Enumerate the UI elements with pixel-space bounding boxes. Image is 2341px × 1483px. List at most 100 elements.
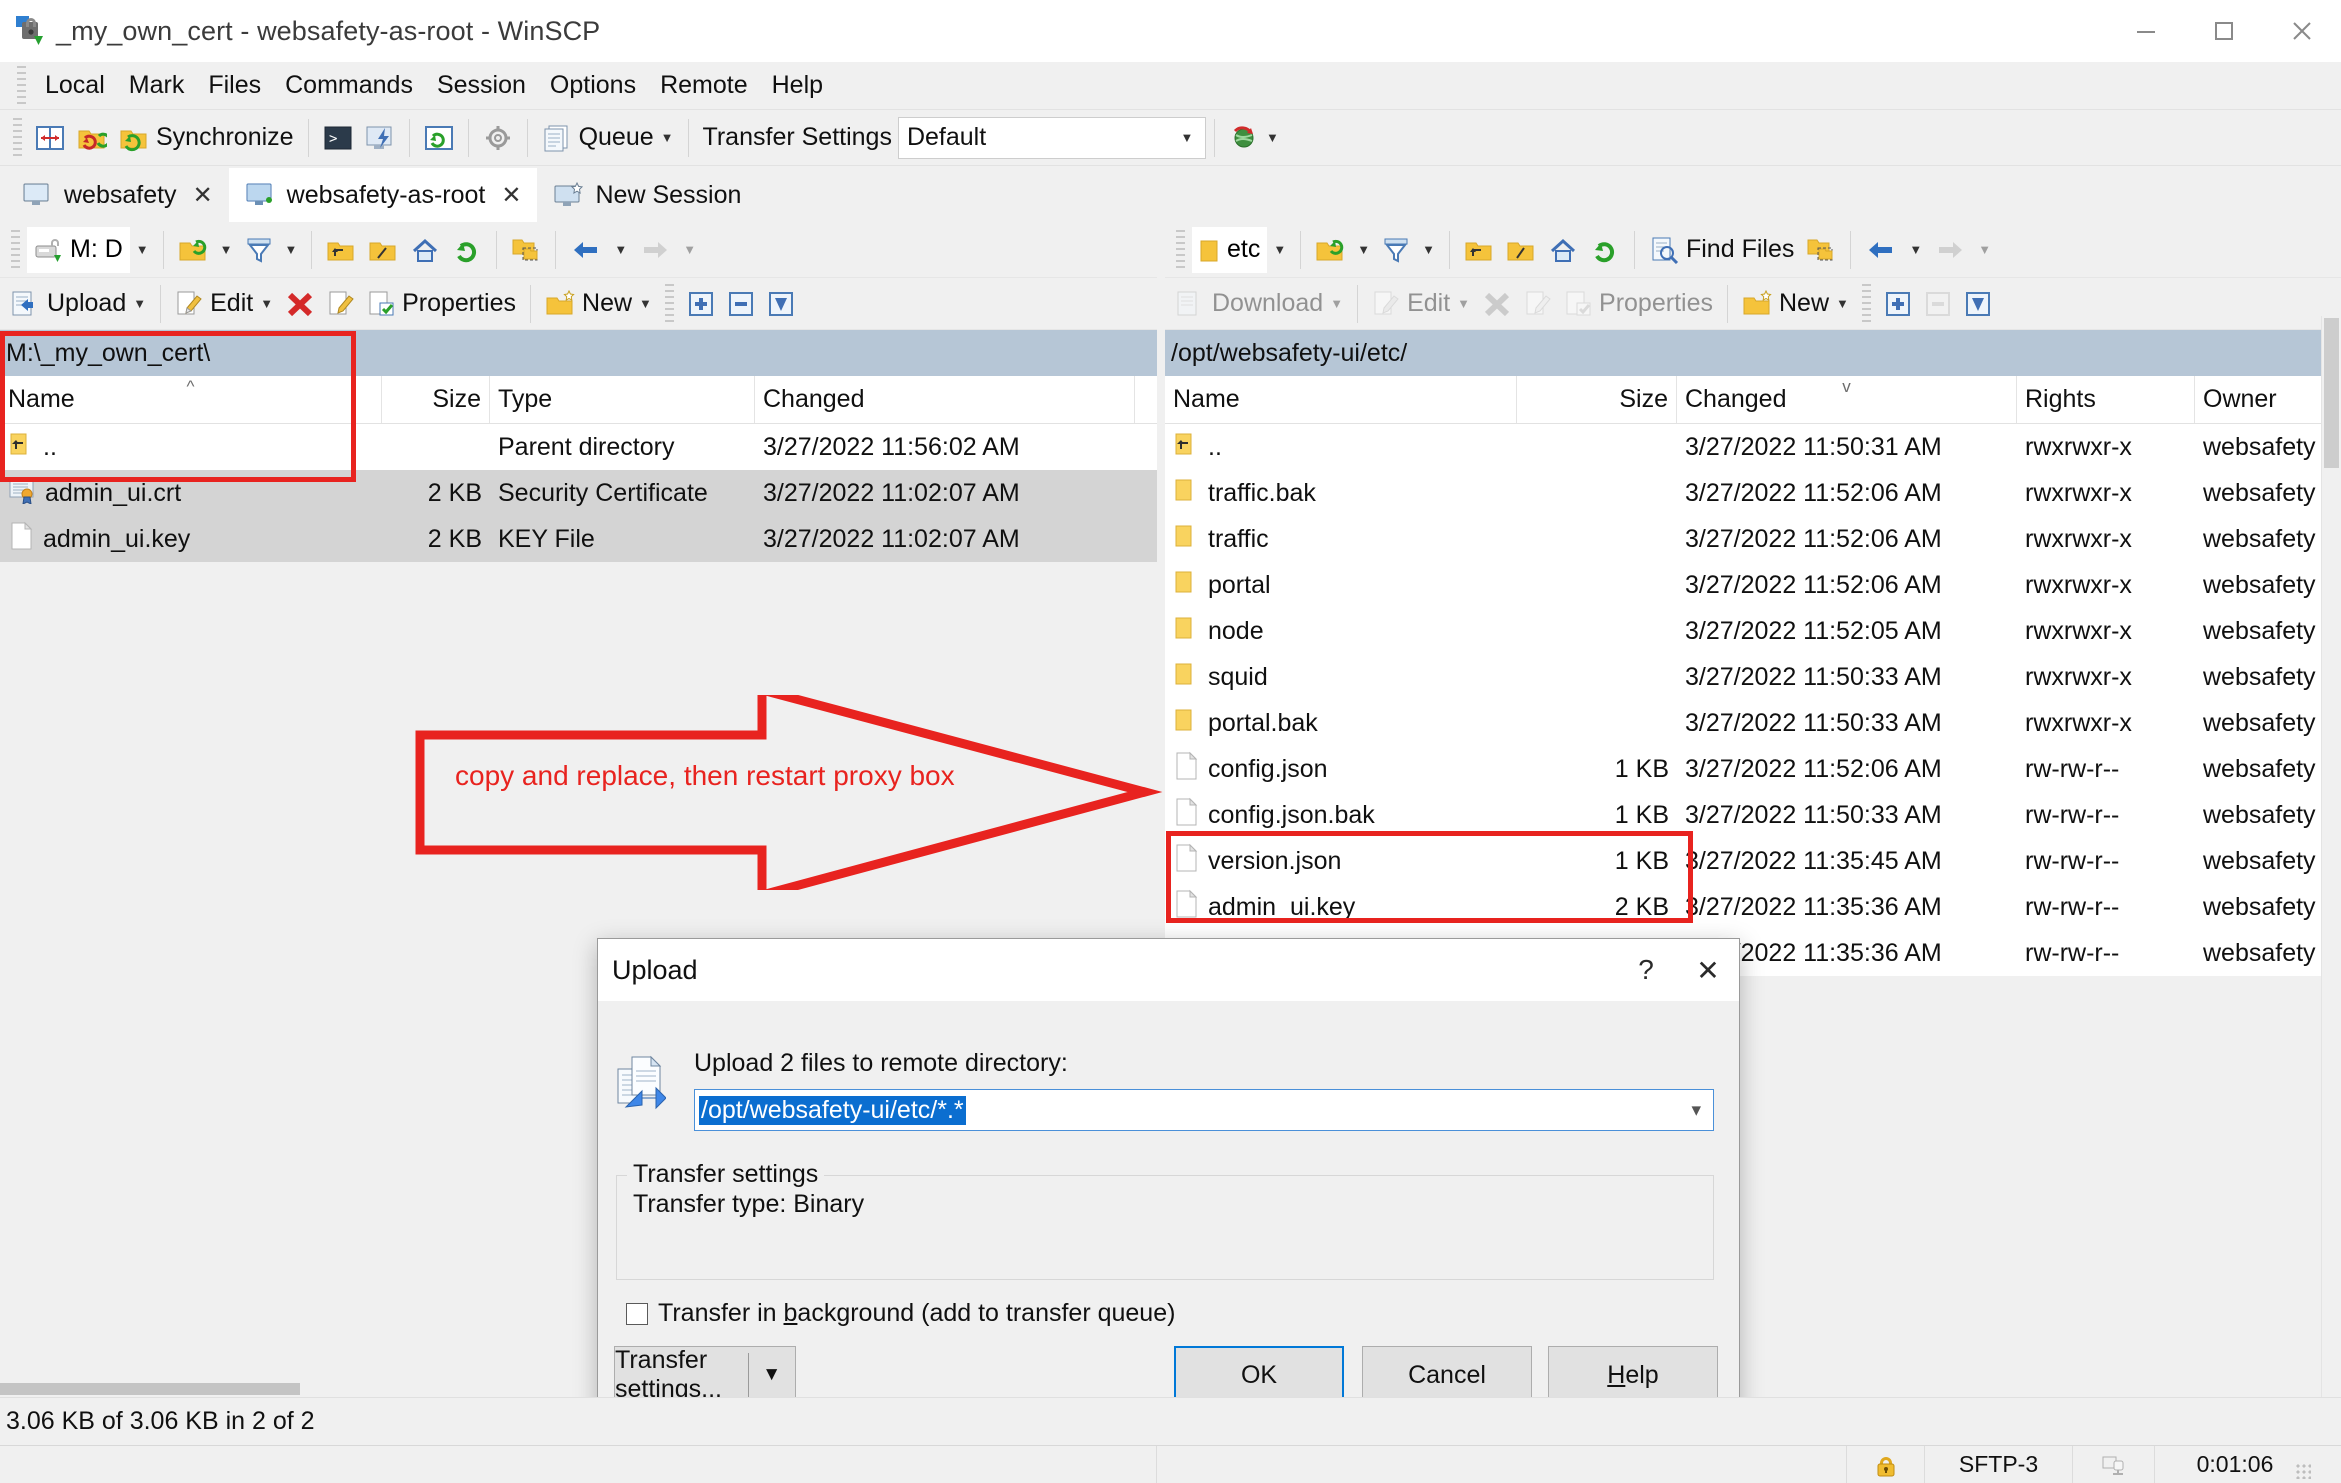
remote-directory-dropdown[interactable]: ▼: [1267, 227, 1292, 273]
chevron-down-icon[interactable]: ▼: [762, 1364, 781, 1386]
globe-dropdown-chevron-icon[interactable]: ▼: [1266, 131, 1279, 144]
ok-button[interactable]: OK: [1174, 1346, 1344, 1404]
table-row[interactable]: config.json.bak 1 KB 3/27/2022 11:50:33 AM…: [1165, 792, 2341, 838]
help-button[interactable]: Help: [1548, 1346, 1718, 1404]
remote-filter-button[interactable]: [1376, 227, 1416, 273]
local-col-size[interactable]: Size: [382, 376, 490, 423]
new-button[interactable]: New ▼: [539, 281, 658, 327]
tab-websafety-as-root-close-icon[interactable]: ✕: [501, 181, 521, 210]
open-putty-button[interactable]: [359, 115, 401, 161]
status-lock-cell[interactable]: [1847, 1446, 1925, 1483]
upload-button[interactable]: Upload ▼: [4, 281, 152, 327]
remote-directory-combo[interactable]: /opt/websafety-ui/etc/*.* ▾: [694, 1089, 1714, 1131]
remote-r2-grip[interactable]: [1861, 283, 1871, 324]
table-row[interactable]: admin_ui.key 2 KB 3/27/2022 11:35:36 AM rw-…: [1165, 884, 2341, 930]
compare-directories-button[interactable]: [29, 115, 71, 161]
status-protocol-cell[interactable]: SFTP-3: [1925, 1446, 2073, 1483]
chevron-down-icon[interactable]: ▼: [661, 131, 674, 144]
edit-button[interactable]: Edit ▼: [169, 281, 279, 327]
local-r2-grip[interactable]: [664, 283, 674, 324]
local-refresh-button[interactable]: [446, 227, 488, 273]
local-copy-path-button[interactable]: [505, 227, 547, 273]
delete-button[interactable]: [279, 281, 321, 327]
properties-button[interactable]: Properties: [361, 281, 522, 327]
menu-session[interactable]: Session: [425, 67, 538, 104]
resize-grip[interactable]: [2295, 1463, 2311, 1479]
table-row[interactable]: portal.bak 3/27/2022 11:50:33 AM rwxrwxr-x…: [1165, 700, 2341, 746]
remote-directory-selector[interactable]: etc: [1192, 226, 1268, 273]
remote-vertical-scrollbar[interactable]: [2321, 316, 2341, 1397]
table-row[interactable]: squid 3/27/2022 11:50:33 AM rwxrwxr-x websa…: [1165, 654, 2341, 700]
local-drive-dropdown[interactable]: ▼: [130, 227, 155, 273]
transfer-settings-dropdown-arrow[interactable]: ▼: [1168, 117, 1205, 158]
local-path-bar[interactable]: M:\_my_own_cert\: [0, 330, 1157, 376]
close-button[interactable]: [2263, 0, 2341, 62]
upload-dropdown-chevron-icon[interactable]: ▼: [133, 297, 146, 310]
remote-root-directory-button[interactable]: [1500, 227, 1542, 273]
remote-col-rights[interactable]: Rights: [2017, 376, 2195, 423]
cancel-button[interactable]: Cancel: [1362, 1346, 1532, 1404]
local-toolbar-grip[interactable]: [11, 229, 20, 270]
remote-file-list[interactable]: .. 3/27/2022 11:50:31 AM rwxrwxr-x websafet…: [1165, 424, 2341, 976]
table-row[interactable]: portal 3/27/2022 11:52:06 AM rwxrwxr-x webs…: [1165, 562, 2341, 608]
table-row[interactable]: admin_ui.crt 2 KB Security Certificate 3/27…: [0, 470, 1157, 516]
remote-open-dropdown[interactable]: ▼: [1351, 227, 1376, 273]
remote-parent-directory-button[interactable]: [1458, 227, 1500, 273]
minimize-button[interactable]: [2107, 0, 2185, 62]
new-dropdown-chevron-icon[interactable]: ▼: [639, 297, 652, 310]
table-row[interactable]: version.json 1 KB 3/27/2022 11:35:45 AM rw-…: [1165, 838, 2341, 884]
menu-help[interactable]: Help: [760, 67, 835, 104]
remote-select-button[interactable]: [1878, 281, 1918, 327]
transfer-settings-combo[interactable]: Default ▼: [897, 116, 1206, 159]
local-filter-button[interactable]: [239, 227, 279, 273]
remote-col-name[interactable]: Name: [1165, 376, 1517, 423]
status-connection-cell[interactable]: [2073, 1446, 2155, 1483]
local-parent-directory-button[interactable]: [320, 227, 362, 273]
menu-grip[interactable]: [17, 65, 26, 106]
synchronize-button[interactable]: Synchronize: [113, 115, 300, 161]
remote-new-dropdown-chevron-icon[interactable]: ▼: [1836, 297, 1849, 310]
maximize-button[interactable]: [2185, 0, 2263, 62]
checkbox-box[interactable]: [626, 1302, 648, 1325]
tab-new-session[interactable]: New Session: [537, 168, 757, 222]
local-back-dropdown[interactable]: ▼: [608, 227, 633, 273]
remote-back-button[interactable]: [1859, 227, 1903, 273]
refresh-button[interactable]: [418, 115, 460, 161]
table-row[interactable]: .. 3/27/2022 11:50:31 AM rwxrwxr-x websafet…: [1165, 424, 2341, 470]
dialog-help-button[interactable]: ?: [1615, 939, 1677, 1001]
remote-home-directory-button[interactable]: [1542, 227, 1584, 273]
menu-commands[interactable]: Commands: [273, 67, 425, 104]
remote-new-button[interactable]: New ▼: [1736, 281, 1855, 327]
remote-col-size[interactable]: Size: [1517, 376, 1677, 423]
edit-dropdown-chevron-icon[interactable]: ▼: [260, 297, 273, 310]
local-back-button[interactable]: [564, 227, 608, 273]
transfer-in-background-checkbox[interactable]: Transfer in background (add to transfer …: [626, 1299, 1175, 1328]
table-row[interactable]: config.json 1 KB 3/27/2022 11:52:06 AM rw-r…: [1165, 746, 2341, 792]
menu-remote[interactable]: Remote: [648, 67, 760, 104]
remote-scroll-thumb[interactable]: [2324, 318, 2339, 468]
globe-refresh-button[interactable]: ▼: [1223, 115, 1285, 161]
menu-local[interactable]: Local: [33, 67, 117, 104]
remote-back-dropdown[interactable]: ▼: [1903, 227, 1928, 273]
select-button[interactable]: [681, 281, 721, 327]
local-open-directory-button[interactable]: [172, 227, 214, 273]
local-col-changed[interactable]: Changed: [755, 376, 1135, 423]
local-open-dropdown[interactable]: ▼: [214, 227, 239, 273]
remote-open-directory-button[interactable]: [1309, 227, 1351, 273]
local-home-directory-button[interactable]: [404, 227, 446, 273]
local-col-name[interactable]: Name ^: [0, 376, 382, 423]
queue-button[interactable]: Queue ▼: [536, 115, 680, 161]
menu-mark[interactable]: Mark: [117, 67, 197, 104]
toolbar-grip[interactable]: [13, 117, 22, 158]
unselect-button[interactable]: [721, 281, 761, 327]
rename-button[interactable]: [321, 281, 361, 327]
find-files-button[interactable]: Find Files: [1643, 227, 1800, 273]
local-hscroll-thumb[interactable]: [0, 1383, 300, 1395]
table-row[interactable]: traffic.bak 3/27/2022 11:52:06 AM rwxrwxr-…: [1165, 470, 2341, 516]
local-filter-dropdown[interactable]: ▼: [279, 227, 304, 273]
open-console-button[interactable]: >: [317, 115, 359, 161]
local-root-directory-button[interactable]: [362, 227, 404, 273]
remote-toolbar-grip[interactable]: [1176, 229, 1185, 270]
tab-websafety[interactable]: websafety ✕: [6, 168, 229, 222]
table-row[interactable]: .. Parent directory 3/27/2022 11:56:02 AM: [0, 424, 1157, 470]
